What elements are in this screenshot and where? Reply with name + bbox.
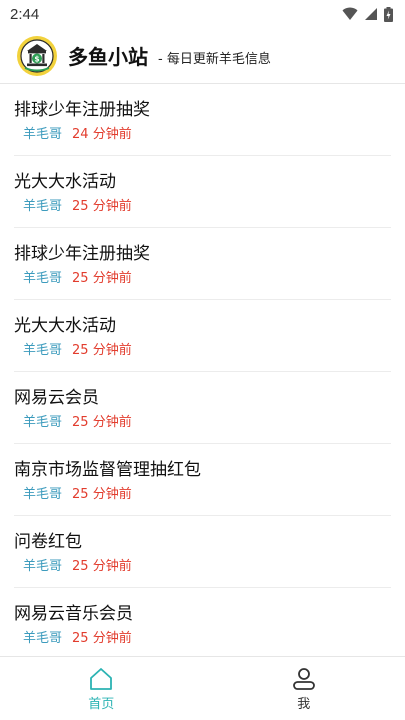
post-author: 羊毛哥 (23, 127, 63, 142)
list-item[interactable]: 网易云音乐会员 羊毛哥 25 分钟前 (14, 588, 391, 656)
post-author: 羊毛哥 (23, 559, 63, 574)
tab-home-label: 首页 (88, 697, 115, 712)
app-logo-icon: $ (17, 35, 57, 76)
app-subtitle: - 每日更新羊毛信息 (158, 52, 271, 67)
tab-me[interactable]: 我 (203, 657, 405, 720)
post-time: 25 分钟前 (72, 631, 132, 646)
post-author: 羊毛哥 (23, 415, 63, 430)
svg-text:$: $ (34, 54, 39, 63)
list-item[interactable]: 问卷红包 羊毛哥 25 分钟前 (14, 516, 391, 588)
list-item[interactable]: 南京市场监督管理抽红包 羊毛哥 25 分钟前 (14, 444, 391, 516)
list-item[interactable]: 排球少年注册抽奖 羊毛哥 25 分钟前 (14, 228, 391, 300)
list-item[interactable]: 光大大水活动 羊毛哥 25 分钟前 (14, 156, 391, 228)
post-author: 羊毛哥 (23, 487, 63, 502)
tab-me-label: 我 (297, 697, 311, 712)
post-meta: 羊毛哥 25 分钟前 (14, 487, 391, 503)
post-author: 羊毛哥 (23, 199, 63, 214)
post-time: 25 分钟前 (72, 271, 132, 286)
post-list: 排球少年注册抽奖 羊毛哥 24 分钟前 光大大水活动 羊毛哥 25 分钟前 排球… (0, 84, 405, 656)
battery-icon (384, 6, 393, 22)
post-meta: 羊毛哥 25 分钟前 (14, 559, 391, 575)
post-author: 羊毛哥 (23, 631, 63, 646)
user-icon (292, 668, 315, 690)
post-title: 排球少年注册抽奖 (14, 100, 150, 120)
status-time: 2:44 (10, 5, 40, 23)
app-header: $ 多鱼小站 - 每日更新羊毛信息 (0, 28, 405, 84)
list-item[interactable]: 网易云会员 羊毛哥 25 分钟前 (14, 372, 391, 444)
tab-home[interactable]: 首页 (0, 657, 203, 720)
post-meta: 羊毛哥 25 分钟前 (14, 271, 391, 287)
post-time: 25 分钟前 (72, 559, 132, 574)
status-icons (342, 6, 393, 22)
home-icon (90, 668, 113, 690)
post-title: 排球少年注册抽奖 (14, 244, 150, 264)
app-title: 多鱼小站 (68, 45, 148, 69)
post-time: 24 分钟前 (72, 127, 132, 142)
status-bar: 2:44 (0, 0, 405, 28)
post-title: 光大大水活动 (14, 172, 116, 192)
post-time: 25 分钟前 (72, 415, 132, 430)
post-title: 问卷红包 (14, 532, 82, 552)
post-author: 羊毛哥 (23, 343, 63, 358)
post-meta: 羊毛哥 25 分钟前 (14, 199, 391, 215)
bottom-nav: 首页 我 (0, 656, 405, 720)
cell-signal-icon (365, 8, 377, 20)
post-time: 25 分钟前 (72, 487, 132, 502)
post-meta: 羊毛哥 25 分钟前 (14, 631, 391, 647)
post-meta: 羊毛哥 25 分钟前 (14, 415, 391, 431)
post-time: 25 分钟前 (72, 343, 132, 358)
post-time: 25 分钟前 (72, 199, 132, 214)
list-item[interactable]: 排球少年注册抽奖 羊毛哥 24 分钟前 (14, 84, 391, 156)
post-title: 网易云音乐会员 (14, 604, 133, 624)
post-title: 网易云会员 (14, 388, 99, 408)
post-title: 南京市场监督管理抽红包 (14, 460, 201, 480)
post-meta: 羊毛哥 25 分钟前 (14, 343, 391, 359)
post-author: 羊毛哥 (23, 271, 63, 286)
wifi-icon (342, 7, 358, 20)
post-title: 光大大水活动 (14, 316, 116, 336)
post-meta: 羊毛哥 24 分钟前 (14, 127, 391, 143)
list-item[interactable]: 光大大水活动 羊毛哥 25 分钟前 (14, 300, 391, 372)
